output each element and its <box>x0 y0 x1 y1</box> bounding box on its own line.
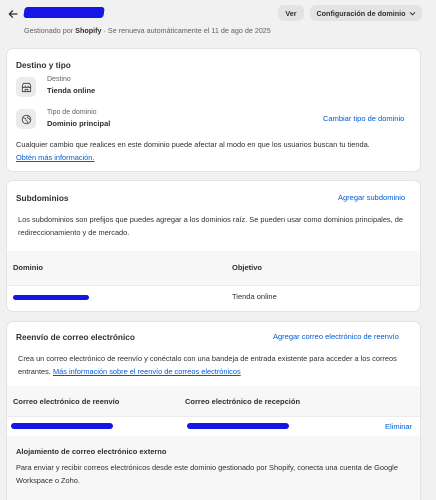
domain-change-notice: Cualquier cambio que realices en este do… <box>16 139 416 164</box>
subdomains-card: Subdominios Agregar subdominio Los subdo… <box>6 180 421 312</box>
page-subtitle: Gestionado por Shopify · Se renueva auto… <box>24 26 271 35</box>
domain-type-label: Tipo de dominio <box>47 109 97 116</box>
notice-text: Cualquier cambio que realices en este do… <box>16 140 370 149</box>
external-email-title: Alojamiento de correo electrónico extern… <box>16 447 167 456</box>
delete-forwarding-link[interactable]: Eliminar <box>385 422 412 431</box>
subdomain-name-redacted <box>13 295 89 300</box>
email-table-divider <box>7 416 420 417</box>
email-forwarding-card: Reenvío de correo electrónico Agregar co… <box>6 321 421 500</box>
view-button-label: Ver <box>285 8 297 18</box>
chevron-down-icon <box>409 11 415 16</box>
subtitle-brand: Shopify <box>75 26 102 35</box>
table-divider <box>7 285 420 286</box>
col-header-target: Objetivo <box>232 263 263 272</box>
globe-icon <box>21 114 31 124</box>
change-domain-type-link[interactable]: Cambiar tipo de dominio <box>323 114 404 123</box>
globe-icon-box <box>16 109 36 129</box>
page-header: Gestionado por Shopify · Se renueva auto… <box>0 0 436 40</box>
subdomain-target: Tienda online <box>232 292 277 301</box>
subtitle-prefix: Gestionado por <box>24 26 74 35</box>
destino-value: Tienda online <box>47 86 96 95</box>
destination-card-title: Destino y tipo <box>16 60 71 70</box>
arrow-left-icon <box>8 10 18 18</box>
add-subdomain-link[interactable]: Agregar subdominio <box>338 193 405 202</box>
destino-label: Destino <box>47 76 71 83</box>
subdomains-description: Los subdominios son prefijos que puedes … <box>18 215 403 237</box>
external-email-text: Para enviar y recibir correos electrónic… <box>16 463 398 485</box>
domain-config-button[interactable]: Configuración de dominio <box>310 5 422 21</box>
back-button[interactable] <box>6 7 20 21</box>
subtitle-renewal: · Se renueva automáticamente el 11 de ag… <box>103 26 271 35</box>
domain-type-value: Dominio principal <box>47 119 111 128</box>
receiving-email-redacted <box>187 423 289 429</box>
destination-type-card: Destino y tipo Destino Tienda online Tip… <box>6 48 421 172</box>
page-title-redacted <box>23 7 105 18</box>
col-header-domain: Dominio <box>13 263 43 272</box>
learn-more-link[interactable]: Obtén más información. <box>16 153 94 162</box>
more-info-forwarding-link[interactable]: Más información sobre el reenvío de corr… <box>53 367 241 376</box>
domain-config-label: Configuración de dominio <box>316 8 406 18</box>
add-forwarding-email-link[interactable]: Agregar correo electrónico de reenvío <box>273 332 399 341</box>
store-icon <box>21 82 31 92</box>
email-forwarding-description: Crea un correo electrónico de reenvío y … <box>18 353 416 378</box>
email-forwarding-title: Reenvío de correo electrónico <box>16 332 135 342</box>
subdomains-title: Subdominios <box>16 193 69 203</box>
forwarding-email-redacted <box>11 423 113 429</box>
col-header-receiving: Correo electrónico de recepción <box>185 397 301 406</box>
subdomains-table-header <box>7 251 420 285</box>
view-button[interactable]: Ver <box>278 5 304 21</box>
store-icon-box <box>16 77 36 97</box>
col-header-forwarding: Correo electrónico de reenvío <box>13 397 120 406</box>
